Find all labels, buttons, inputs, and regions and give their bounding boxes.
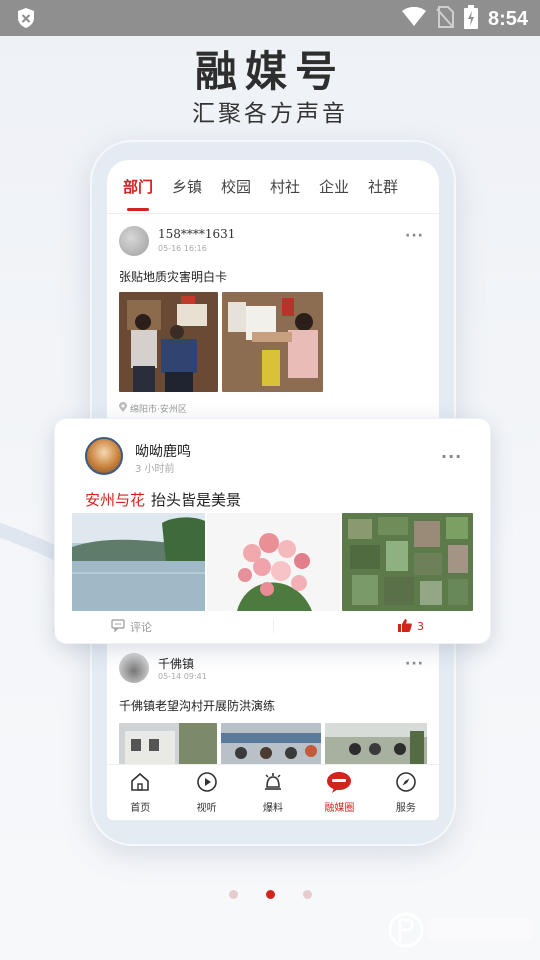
nav-tips-label: 爆料 — [263, 803, 284, 814]
post-time: 3 小时前 — [135, 464, 175, 475]
post-photo[interactable] — [342, 513, 473, 611]
tab-community[interactable]: 社群 — [368, 176, 417, 197]
post-author[interactable]: 呦呦鹿鸣 — [135, 441, 191, 461]
featured-post-card[interactable]: 呦呦鹿鸣 3 小时前 ··· 安州与花 抬头皆是美景 评论 3 — [54, 418, 491, 644]
play-icon — [196, 771, 218, 797]
nav-media-circle-label: 融媒圈 — [324, 803, 355, 814]
comment-icon — [111, 619, 125, 635]
thumbs-up-icon — [398, 618, 412, 635]
post-title[interactable]: 张贴地质灾害明白卡 — [119, 268, 227, 285]
battery-charging-icon — [463, 5, 478, 33]
tab-campus[interactable]: 校园 — [221, 176, 270, 197]
avatar[interactable] — [119, 653, 149, 683]
tab-township[interactable]: 乡镇 — [172, 176, 221, 197]
bottom-navigation: 首页 视听 爆料 融媒圈 服务 — [107, 764, 439, 820]
location-text: 绵阳市·安州区 — [130, 405, 187, 415]
tab-enterprise[interactable]: 企业 — [319, 176, 368, 197]
wifi-icon — [401, 6, 426, 31]
post-location: 绵阳市·安州区 — [119, 402, 187, 415]
post-title[interactable]: 安州与花 抬头皆是美景 — [85, 489, 241, 510]
home-icon — [129, 771, 151, 797]
nav-media[interactable]: 视听 — [173, 765, 239, 820]
post-photo[interactable] — [207, 513, 340, 611]
nav-home[interactable]: 首页 — [107, 765, 173, 820]
page-dot[interactable] — [228, 890, 238, 899]
like-button[interactable]: 3 — [398, 618, 424, 635]
nav-services-label: 服务 — [395, 803, 416, 814]
post-title-text: 抬头皆是美景 — [151, 491, 242, 509]
footer-divider — [273, 619, 274, 633]
nav-home-label: 首页 — [130, 803, 151, 814]
page-subtitle: 汇聚各方声音 — [192, 101, 348, 127]
feed-post[interactable]: 千佛镇 05-14 09:41 ··· 千佛镇老望沟村开展防洪演练 — [107, 645, 439, 765]
post-photo[interactable] — [72, 513, 205, 611]
comment-label: 评论 — [130, 621, 152, 634]
page-dot-active[interactable] — [265, 890, 275, 899]
location-pin-icon — [119, 402, 127, 415]
bell-icon — [262, 771, 284, 797]
site-watermark-logo — [388, 912, 532, 948]
compass-icon — [395, 771, 417, 797]
post-photo[interactable] — [221, 723, 321, 765]
like-count: 3 — [417, 620, 424, 633]
page-title: 融媒号 — [194, 47, 345, 96]
more-options-icon[interactable]: ··· — [405, 656, 424, 672]
tab-village[interactable]: 村社 — [270, 176, 319, 197]
page-indicator — [0, 890, 540, 899]
post-author[interactable]: 158****1631 — [158, 227, 235, 241]
tab-department[interactable]: 部门 — [123, 176, 172, 197]
more-options-icon[interactable]: ··· — [441, 447, 462, 466]
avatar[interactable] — [85, 437, 123, 475]
active-tab-indicator — [127, 208, 149, 211]
comment-button[interactable]: 评论 — [111, 619, 152, 635]
post-photo[interactable] — [119, 292, 218, 392]
nav-media-label: 视听 — [196, 803, 217, 814]
post-author[interactable]: 千佛镇 — [158, 655, 194, 672]
nav-tips[interactable]: 爆料 — [240, 765, 306, 820]
page-dot[interactable] — [302, 890, 312, 899]
status-time: 8:54 — [487, 7, 528, 30]
chat-bubble-icon — [326, 771, 352, 797]
avatar[interactable] — [119, 226, 149, 256]
topic-tag[interactable]: 安州与花 — [85, 491, 145, 509]
post-time: 05-16 16:16 — [158, 244, 207, 253]
post-photo[interactable] — [222, 292, 323, 392]
status-bar: 8:54 — [0, 0, 540, 36]
post-photo[interactable] — [325, 723, 427, 765]
nav-media-circle[interactable]: 融媒圈 — [306, 765, 372, 820]
post-title[interactable]: 千佛镇老望沟村开展防洪演练 — [119, 697, 275, 714]
more-options-icon[interactable]: ··· — [405, 228, 424, 244]
post-time: 05-14 09:41 — [158, 672, 207, 681]
nav-services[interactable]: 服务 — [373, 765, 439, 820]
post-photo[interactable] — [119, 723, 217, 765]
category-tabs: 部门 乡镇 校园 村社 企业 社群 — [107, 160, 439, 214]
shield-icon — [16, 7, 36, 33]
no-sim-icon — [436, 6, 454, 32]
